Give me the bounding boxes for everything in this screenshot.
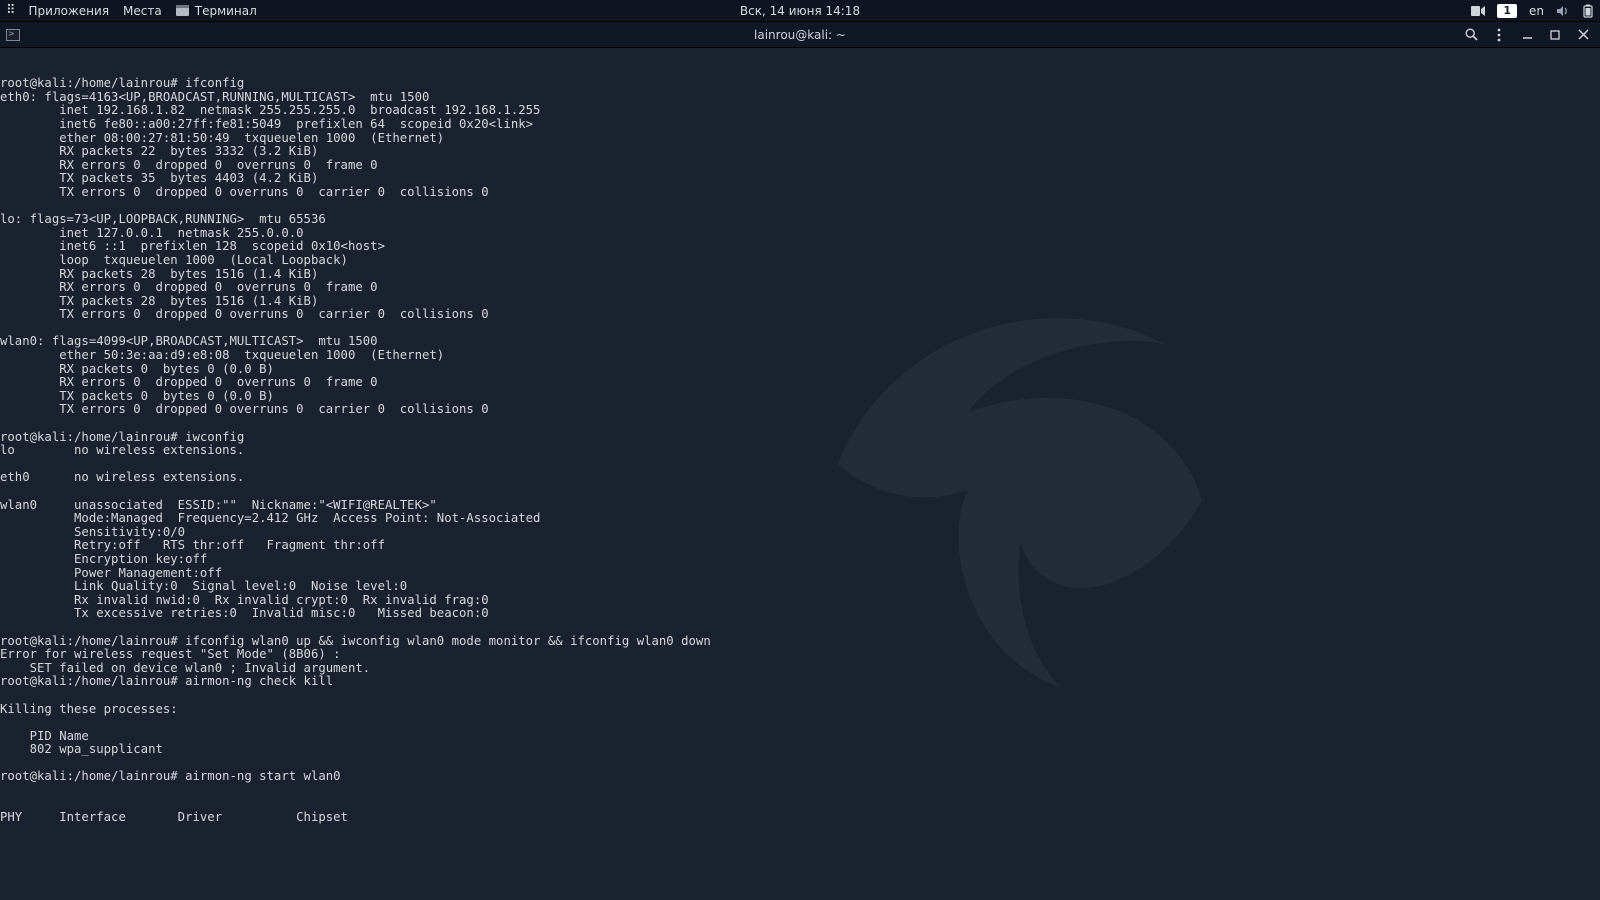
command-iwconfig: iwconfig: [185, 430, 244, 444]
title-bar-left: [0, 29, 20, 41]
top-panel-right: 1 en: [1471, 4, 1594, 18]
terminal-app-icon: [6, 29, 20, 41]
battery-icon[interactable]: [1582, 4, 1594, 18]
prompt-1: root@kali:/home/lainrou#: [0, 76, 178, 90]
command-ifconfig: ifconfig: [185, 76, 244, 90]
prompt-4: root@kali:/home/lainrou#: [0, 674, 178, 688]
command-mode-monitor: ifconfig wlan0 up && iwconfig wlan0 mode…: [185, 634, 711, 648]
keyboard-layout[interactable]: en: [1529, 4, 1544, 18]
workspace-indicator[interactable]: 1: [1497, 4, 1517, 18]
command-airmon-start: airmon-ng start wlan0: [185, 769, 340, 783]
minimize-button[interactable]: [1520, 28, 1534, 42]
menu-places[interactable]: Места: [123, 4, 162, 18]
prompt-2: root@kali:/home/lainrou#: [0, 430, 178, 444]
window-title: lainrou@kali: ~: [754, 28, 846, 42]
menu-terminal[interactable]: Терминал: [176, 4, 257, 18]
output-iwconfig: lo no wireless extensions. eth0 no wirel…: [0, 443, 540, 620]
hamburger-menu-icon[interactable]: [1492, 28, 1506, 42]
top-panel-left: ⠿ Приложения Места Терминал: [6, 3, 257, 18]
output-ifconfig: eth0: flags=4163<UP,BROADCAST,RUNNING,MU…: [0, 90, 540, 417]
output-airmon-start: PHY Interface Driver Chipset: [0, 810, 348, 824]
output-check-kill: Killing these processes: PID Name 802 wp…: [0, 702, 178, 757]
clock[interactable]: Вск, 14 июня 14:18: [740, 4, 860, 18]
menu-terminal-label: Терминал: [195, 4, 257, 18]
prompt-5: root@kali:/home/lainrou#: [0, 769, 178, 783]
prompt-3: root@kali:/home/lainrou#: [0, 634, 178, 648]
kali-dragon-watermark: [760, 178, 1280, 698]
output-mode-error: Error for wireless request "Set Mode" (8…: [0, 647, 370, 675]
volume-icon[interactable]: [1556, 5, 1570, 17]
search-icon[interactable]: [1464, 28, 1478, 42]
activities-button[interactable]: ⠿: [6, 3, 15, 18]
close-button[interactable]: [1576, 28, 1590, 42]
title-bar-right: [1464, 28, 1600, 42]
record-icon[interactable]: [1471, 5, 1485, 17]
gnome-top-panel: ⠿ Приложения Места Терминал Вск, 14 июня…: [0, 0, 1600, 22]
menu-applications[interactable]: Приложения: [29, 4, 110, 18]
maximize-button[interactable]: [1548, 28, 1562, 42]
terminal-viewport[interactable]: root@kali:/home/lainrou# ifconfig eth0: …: [0, 48, 1600, 900]
terminal-title-bar: lainrou@kali: ~: [0, 22, 1600, 48]
terminal-small-icon: [176, 5, 189, 16]
command-check-kill: airmon-ng check kill: [185, 674, 333, 688]
